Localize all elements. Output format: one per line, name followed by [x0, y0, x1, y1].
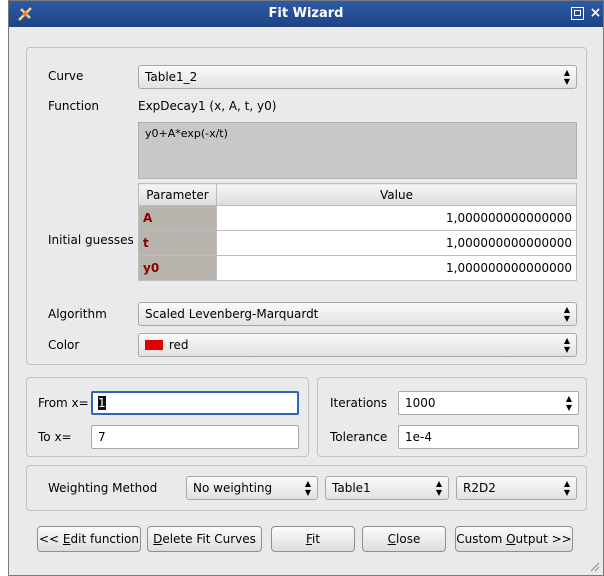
- edit-label: dit function: [70, 532, 140, 546]
- curve-label: Curve: [48, 69, 84, 83]
- delete-fit-curves-button[interactable]: Delete Fit Curves: [147, 526, 262, 552]
- window-title: Fit Wizard: [268, 6, 344, 21]
- curve-value: Table1_2: [145, 70, 198, 84]
- edit-mnemonic: E: [62, 532, 71, 546]
- param-value-t[interactable]: 1,000000000000000: [216, 230, 577, 256]
- weighting-panel: Weighting Method No weighting ▲ ▼ Table1 …: [26, 465, 587, 511]
- fit-settings-panel: Curve Table1_2 ▲ ▼ Function ExpDecay1 (x,…: [26, 47, 587, 365]
- fit-label: it: [311, 532, 321, 546]
- table-row: t 1,000000000000000: [138, 230, 577, 256]
- curve-select[interactable]: Table1_2 ▲ ▼: [138, 65, 577, 89]
- param-value-y0[interactable]: 1,000000000000000: [216, 255, 577, 281]
- color-value: red: [168, 338, 189, 352]
- param-name: A: [138, 205, 217, 231]
- formula-text: y0+A*exp(-x/t): [145, 127, 228, 140]
- to-label: To x=: [38, 430, 72, 444]
- weighting-method-value: No weighting: [193, 481, 273, 495]
- to-value: 7: [98, 430, 106, 444]
- algorithm-value: Scaled Levenberg-Marquardt: [145, 307, 319, 321]
- chevron-updown-icon: ▲ ▼: [563, 479, 570, 497]
- color-label: Color: [48, 338, 80, 352]
- custom-mnemonic: O: [506, 532, 516, 546]
- iterations-label: Iterations: [330, 396, 388, 410]
- function-name: ExpDecay1 (x, A, t, y0): [138, 99, 277, 113]
- maximize-icon[interactable]: [571, 7, 584, 20]
- weighting-column-value: R2D2: [463, 481, 496, 495]
- function-label: Function: [48, 99, 100, 113]
- spin-arrows-icon[interactable]: ▲ ▼: [563, 394, 575, 412]
- formula-box: y0+A*exp(-x/t): [138, 122, 577, 179]
- from-x-input[interactable]: 1: [91, 391, 299, 415]
- edit-prefix: <<: [38, 532, 63, 546]
- titlebar[interactable]: Fit Wizard ×: [9, 1, 603, 27]
- custom-label: utput >>: [515, 532, 572, 546]
- chevron-updown-icon: ▲ ▼: [563, 68, 570, 86]
- range-panel: From x= 1 To x= 7: [26, 377, 309, 457]
- options-panel: Iterations 1000 ▲ ▼ Tolerance 1e-4: [317, 377, 587, 457]
- tolerance-label: Tolerance: [330, 430, 388, 444]
- param-value-a[interactable]: 1,000000000000000: [216, 205, 577, 231]
- iterations-spinbox[interactable]: 1000 ▲ ▼: [398, 391, 579, 415]
- close-label: lose: [396, 532, 421, 546]
- from-value: 1: [98, 396, 106, 410]
- initial-guesses-label: Initial guesses: [48, 233, 134, 247]
- table-header-row: Parameter Value: [138, 183, 577, 206]
- fit-wizard-window: Fit Wizard × Curve Table1_2 ▲ ▼ Function …: [8, 0, 604, 576]
- weighting-table-select[interactable]: Table1 ▲ ▼: [325, 476, 449, 500]
- chevron-updown-icon: ▲ ▼: [304, 479, 311, 497]
- fit-button[interactable]: Fit: [271, 526, 355, 552]
- iterations-value: 1000: [405, 396, 436, 410]
- edit-function-button[interactable]: << Edit function: [37, 526, 141, 552]
- chevron-updown-icon: ▲ ▼: [563, 305, 570, 323]
- color-swatch-icon: [145, 340, 163, 350]
- chevron-updown-icon: ▲ ▼: [435, 479, 442, 497]
- parameter-column-header[interactable]: Parameter: [138, 183, 217, 206]
- to-x-input[interactable]: 7: [91, 425, 299, 449]
- param-name: y0: [138, 255, 217, 281]
- weighting-table-value: Table1: [332, 481, 371, 495]
- tolerance-input[interactable]: 1e-4: [398, 425, 579, 449]
- color-select[interactable]: red ▲ ▼: [138, 333, 577, 357]
- algorithm-label: Algorithm: [48, 307, 107, 321]
- custom-output-button[interactable]: Custom Output >>: [455, 526, 573, 552]
- custom-prefix: Custom: [456, 532, 507, 546]
- value-column-header[interactable]: Value: [216, 183, 577, 206]
- from-label: From x=: [38, 396, 89, 410]
- close-button[interactable]: Close: [362, 526, 446, 552]
- weighting-label: Weighting Method: [48, 481, 158, 495]
- table-row: y0 1,000000000000000: [138, 255, 577, 281]
- param-name: t: [138, 230, 217, 256]
- close-mnemonic: C: [387, 532, 397, 546]
- tolerance-value: 1e-4: [405, 430, 432, 444]
- algorithm-select[interactable]: Scaled Levenberg-Marquardt ▲ ▼: [138, 302, 577, 326]
- table-row: A 1,000000000000000: [138, 205, 577, 231]
- delete-mnemonic: D: [153, 532, 163, 546]
- delete-label: elete Fit Curves: [162, 532, 256, 546]
- weighting-method-select[interactable]: No weighting ▲ ▼: [186, 476, 318, 500]
- resize-grip-icon[interactable]: [588, 560, 600, 572]
- weighting-column-select[interactable]: R2D2 ▲ ▼: [456, 476, 577, 500]
- parameters-table: Parameter Value A 1,000000000000000 t 1,…: [138, 183, 577, 281]
- chevron-updown-icon: ▲ ▼: [563, 336, 570, 354]
- close-icon[interactable]: ×: [589, 6, 602, 20]
